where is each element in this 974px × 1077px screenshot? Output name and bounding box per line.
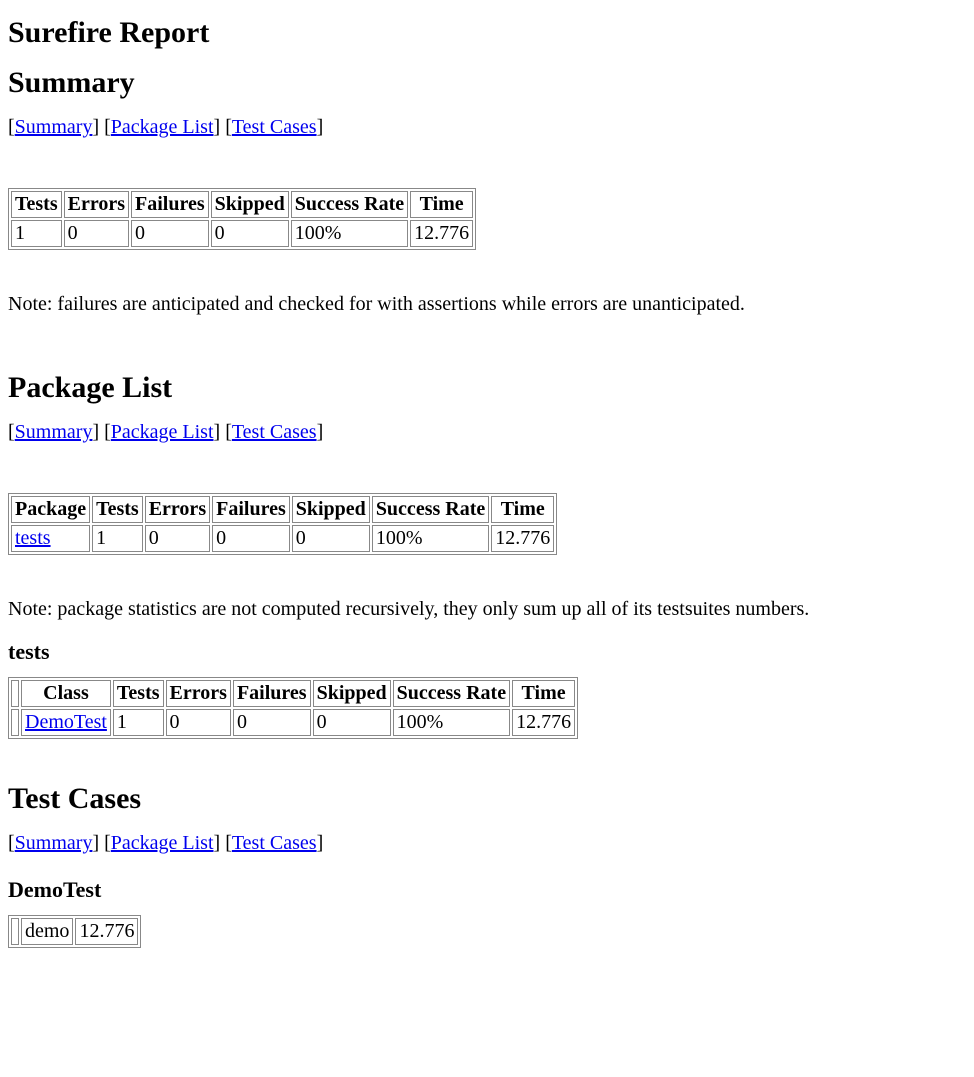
- col-time: Time: [410, 191, 473, 218]
- cell-skipped: 0: [292, 525, 370, 552]
- nav-links: [Summary] [Package List] [Test Cases]: [8, 421, 966, 444]
- cell-skipped: 0: [313, 709, 391, 736]
- col-tests: Tests: [92, 496, 143, 523]
- col-tests: Tests: [11, 191, 62, 218]
- section-heading-summary: Summary: [8, 66, 966, 100]
- nav-links: [Summary] [Package List] [Test Cases]: [8, 832, 966, 855]
- table-row: DemoTest 1 0 0 0 100% 12.776: [11, 709, 575, 736]
- nav-link-summary[interactable]: Summary: [15, 421, 93, 443]
- nav-link-test-cases[interactable]: Test Cases: [232, 832, 317, 854]
- cell-time: 12.776: [512, 709, 575, 736]
- nav-link-test-cases[interactable]: Test Cases: [232, 116, 317, 138]
- cell-success-rate: 100%: [291, 220, 408, 247]
- table-row: demo 12.776: [11, 918, 138, 945]
- col-success-rate: Success Rate: [291, 191, 408, 218]
- nav-link-test-cases[interactable]: Test Cases: [232, 421, 317, 443]
- col-failures: Failures: [212, 496, 290, 523]
- cell-failures: 0: [131, 220, 209, 247]
- test-cases-sub-heading: DemoTest: [8, 877, 966, 903]
- package-list-table: Package Tests Errors Failures Skipped Su…: [8, 493, 557, 555]
- cell-time: 12.776: [491, 525, 554, 552]
- nav-link-package-list[interactable]: Package List: [111, 832, 214, 854]
- col-blank: [11, 680, 19, 707]
- cell-time: 12.776: [410, 220, 473, 247]
- cell-errors: 0: [145, 525, 210, 552]
- cell-failures: 0: [212, 525, 290, 552]
- cell-failures: 0: [233, 709, 311, 736]
- cell-tests: 1: [92, 525, 143, 552]
- col-skipped: Skipped: [292, 496, 370, 523]
- section-heading-package-list: Package List: [8, 371, 966, 405]
- nav-links: [Summary] [Package List] [Test Cases]: [8, 116, 966, 139]
- nav-link-package-list[interactable]: Package List: [111, 116, 214, 138]
- col-tests: Tests: [113, 680, 164, 707]
- cell-errors: 0: [166, 709, 231, 736]
- nav-link-summary[interactable]: Summary: [15, 116, 93, 138]
- col-failures: Failures: [131, 191, 209, 218]
- cell-blank: [11, 709, 19, 736]
- col-class: Class: [21, 680, 111, 707]
- col-time: Time: [512, 680, 575, 707]
- col-failures: Failures: [233, 680, 311, 707]
- page-title: Surefire Report: [8, 16, 966, 50]
- col-errors: Errors: [166, 680, 231, 707]
- summary-table: Tests Errors Failures Skipped Success Ra…: [8, 188, 476, 250]
- cell-skipped: 0: [211, 220, 289, 247]
- table-header-row: Package Tests Errors Failures Skipped Su…: [11, 496, 554, 523]
- col-time: Time: [491, 496, 554, 523]
- col-errors: Errors: [64, 191, 129, 218]
- cell-time: 12.776: [75, 918, 138, 945]
- class-link-demotest[interactable]: DemoTest: [25, 711, 107, 733]
- cell-package: tests: [11, 525, 90, 552]
- col-success-rate: Success Rate: [393, 680, 510, 707]
- table-row: 1 0 0 0 100% 12.776: [11, 220, 473, 247]
- cell-success-rate: 100%: [393, 709, 510, 736]
- table-header-row: Class Tests Errors Failures Skipped Succ…: [11, 680, 575, 707]
- col-skipped: Skipped: [313, 680, 391, 707]
- col-success-rate: Success Rate: [372, 496, 489, 523]
- cell-success-rate: 100%: [372, 525, 489, 552]
- package-list-note: Note: package statistics are not compute…: [8, 598, 966, 621]
- cell-name: demo: [21, 918, 73, 945]
- package-link-tests[interactable]: tests: [15, 527, 51, 549]
- cell-tests: 1: [11, 220, 62, 247]
- table-row: tests 1 0 0 0 100% 12.776: [11, 525, 554, 552]
- cell-errors: 0: [64, 220, 129, 247]
- section-heading-test-cases: Test Cases: [8, 782, 966, 816]
- package-sub-heading: tests: [8, 639, 966, 665]
- class-table: Class Tests Errors Failures Skipped Succ…: [8, 677, 578, 739]
- nav-link-package-list[interactable]: Package List: [111, 421, 214, 443]
- test-cases-table: demo 12.776: [8, 915, 141, 948]
- col-package: Package: [11, 496, 90, 523]
- cell-blank: [11, 918, 19, 945]
- nav-link-summary[interactable]: Summary: [15, 832, 93, 854]
- col-errors: Errors: [145, 496, 210, 523]
- cell-class: DemoTest: [21, 709, 111, 736]
- table-header-row: Tests Errors Failures Skipped Success Ra…: [11, 191, 473, 218]
- col-skipped: Skipped: [211, 191, 289, 218]
- summary-note: Note: failures are anticipated and check…: [8, 293, 966, 316]
- cell-tests: 1: [113, 709, 164, 736]
